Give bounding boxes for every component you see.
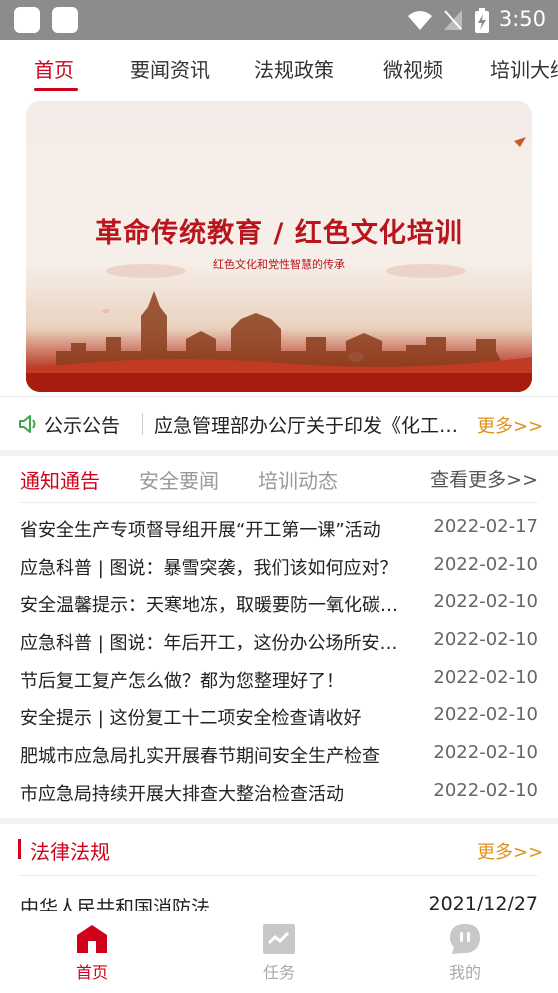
top-nav-tabs: 首页 要闻资讯 法规政策 微视频 培训大纲 (0, 40, 558, 98)
news-date: 2022-02-10 (433, 591, 538, 613)
tab-news[interactable]: 要闻资讯 (130, 54, 210, 83)
battery-icon (475, 8, 489, 33)
announcement-label: 公示公告 (44, 415, 121, 437)
news-date: 2022-02-10 (433, 742, 538, 764)
news-title: 应急科普 | 图说：年后开工，这份办公场所安全提示请收好 (20, 633, 406, 655)
news-title: 肥城市应急局扎实开展春节期间安全生产检查 (20, 746, 380, 768)
news-date: 2022-02-10 (433, 666, 538, 688)
list-item[interactable]: 肥城市应急局扎实开展春节期间安全生产检查 2022-02-10 (0, 736, 558, 774)
clock-time: 3:50 (498, 7, 546, 31)
news-title: 市应急局持续开展大排查大整治检查活动 (20, 783, 344, 805)
task-icon (263, 924, 295, 954)
section-separator (0, 450, 558, 456)
section-separator (0, 818, 558, 824)
speaker-icon (19, 415, 36, 433)
bottom-tab-label: 我的 (448, 963, 481, 982)
bottom-tab-label: 任务 (262, 963, 295, 982)
news-date: 2022-02-10 (433, 629, 538, 651)
news-date: 2022-02-10 (433, 779, 538, 801)
list-item[interactable]: 节后复工复产怎么做？都为您整理好了！ 2022-02-10 (0, 661, 558, 699)
tab-safety-news[interactable]: 安全要闻 (139, 465, 219, 494)
bottom-tab-bar: 首页 任务 我的 (0, 911, 558, 993)
tab-home[interactable]: 首页 (34, 54, 74, 83)
laws-more-link[interactable]: 更多>> (477, 838, 543, 864)
notification-icon (14, 7, 40, 33)
news-title: 安全温馨提示：天寒地冻，取暖要防一氧化碳中毒 (20, 595, 406, 617)
list-item[interactable]: 应急科普 | 图说：年后开工，这份办公场所安全提示请收好 2022-02-10 (0, 623, 558, 661)
divider (142, 413, 143, 435)
divider (18, 875, 538, 876)
profile-icon (450, 924, 480, 954)
announcement-text[interactable]: 应急管理部办公厅关于印发《化工园区安全整治提升工作方案》的通知 (154, 411, 459, 438)
banner-carousel[interactable]: 革命传统教育 / 红色文化培训 红色文化和党性智慧的传承 (26, 101, 532, 392)
bottom-tab-label: 首页 (75, 963, 108, 982)
news-title: 省安全生产专项督导组开展“开工第一课”活动 (20, 520, 381, 541)
news-date: 2022-02-17 (433, 516, 538, 537)
news-more-link[interactable]: 查看更多>> (430, 465, 538, 492)
list-item[interactable]: 市应急局持续开展大排查大整治检查活动 2022-02-10 (0, 774, 558, 812)
bottom-tab-profile[interactable]: 我的 (425, 923, 505, 983)
list-item[interactable]: 应急科普 | 图说：暴雪突袭，我们该如何应对？ 2022-02-10 (0, 548, 558, 586)
list-item[interactable]: 安全温馨提示：天寒地冻，取暖要防一氧化碳中毒 2022-02-10 (0, 585, 558, 623)
active-tab-indicator (34, 88, 78, 91)
news-title: 安全提示 | 这份复工十二项安全检查请收好 (20, 708, 362, 730)
list-item[interactable]: 省安全生产专项督导组开展“开工第一课”活动 2022-02-17 (0, 510, 558, 548)
tab-notices[interactable]: 通知通告 (20, 465, 100, 494)
signal-icon (444, 10, 462, 30)
list-item[interactable]: 安全提示 | 这份复工十二项安全检查请收好 2022-02-10 (0, 698, 558, 736)
news-list: 省安全生产专项督导组开展“开工第一课”活动 2022-02-17 应急科普 | … (0, 510, 558, 812)
tab-regulations[interactable]: 法规政策 (254, 54, 334, 83)
tab-training-outline[interactable]: 培训大纲 (490, 54, 558, 83)
home-icon (77, 925, 107, 953)
news-title: 应急科普 | 图说：暴雪突袭，我们该如何应对？ (20, 557, 398, 579)
news-date: 2022-02-10 (433, 704, 538, 726)
laws-section-title: 法律法规 (30, 840, 110, 864)
bottom-tab-tasks[interactable]: 任务 (239, 923, 319, 983)
section-marker (18, 839, 21, 859)
bottom-tab-home[interactable]: 首页 (52, 923, 132, 983)
notification-icon (52, 7, 78, 33)
divider (18, 502, 538, 503)
banner-subtitle: 红色文化和党性智慧的传承 (213, 258, 345, 271)
announcement-more-link[interactable]: 更多>> (477, 412, 543, 438)
status-bar: 3:50 (0, 0, 558, 40)
banner-title: 革命传统教育 / 红色文化培训 (95, 218, 463, 249)
announcement-bar[interactable]: 公示公告 应急管理部办公厅关于印发《化工园区安全整治提升工作方案》的通知 更多>… (0, 396, 558, 450)
news-title: 节后复工复产怎么做？都为您整理好了！ (20, 670, 344, 692)
tab-micro-video[interactable]: 微视频 (383, 54, 443, 83)
news-date: 2022-02-10 (433, 553, 538, 575)
tab-training-updates[interactable]: 培训动态 (258, 465, 338, 494)
wifi-icon (408, 11, 432, 30)
